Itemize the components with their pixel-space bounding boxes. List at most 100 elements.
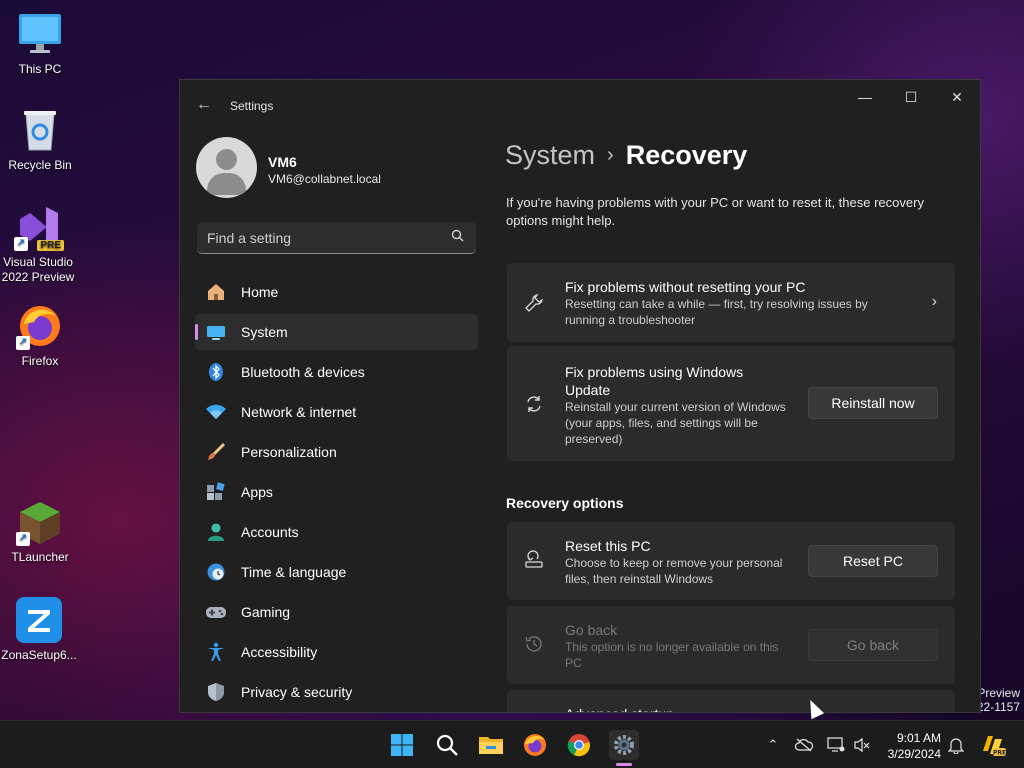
sidebar-item-apps[interactable]: Apps (195, 474, 478, 510)
network-icon[interactable] (827, 736, 845, 754)
advanced-startup-card: ⟲ Advanced startup (507, 690, 955, 712)
start-icon[interactable] (388, 731, 416, 759)
watermark-line: Preview (977, 686, 1020, 700)
notification-bell-icon[interactable] (947, 736, 965, 754)
avatar-body (207, 173, 246, 195)
search-placeholder: Find a setting (207, 230, 292, 246)
file-explorer-icon[interactable] (477, 731, 505, 759)
history-icon (524, 634, 544, 654)
apps-icon (205, 481, 227, 503)
shortcut-arrow-icon: ↗ (14, 237, 28, 251)
sidebar-item-label: Accounts (241, 524, 299, 540)
desktop-icon-label: Visual Studio 2022 Preview (1, 255, 75, 284)
firefox-icon[interactable] (521, 731, 549, 759)
desktop-icon-visual-studio[interactable]: PRE ↗ Visual Studio 2022 Preview (0, 203, 78, 285)
onedrive-offline-icon[interactable] (795, 736, 813, 754)
search-input[interactable]: Find a setting (197, 222, 476, 254)
sync-icon (524, 394, 544, 414)
svg-text:PRE: PRE (993, 750, 1006, 757)
sidebar-item-personalization[interactable]: Personalization (195, 434, 478, 470)
clock-time: 9:01 AM (896, 731, 941, 745)
card-title: Fix problems without resetting your PC (565, 279, 806, 295)
reinstall-now-button[interactable]: Reinstall now (808, 387, 938, 419)
taskbar: ⌃ 9:01 AM 3/29/2024 PRE (0, 720, 1024, 768)
back-arrow-icon[interactable]: ← (196, 96, 216, 114)
desktop-icon-recycle-bin[interactable]: Recycle Bin (0, 106, 80, 173)
active-app-indicator (616, 763, 632, 766)
shortcut-arrow-icon: ↗ (16, 532, 30, 546)
go-back-button[interactable]: Go back (808, 629, 938, 661)
card-description: This option is no longer available on th… (565, 640, 779, 670)
desktop-icon-label: TLauncher (11, 550, 69, 564)
sidebar-item-accessibility[interactable]: Accessibility (195, 634, 478, 670)
settings-window: ← Settings — ☐ ✕ VM6 VM6@collabnet.local… (179, 79, 981, 713)
clock-date: 3/29/2024 (887, 747, 941, 761)
avatar[interactable] (196, 137, 257, 198)
breadcrumb-parent-system[interactable]: System (505, 140, 595, 170)
sidebar-item-label: Privacy & security (241, 684, 353, 700)
sidebar-item-accounts[interactable]: Accounts (195, 514, 478, 550)
settings-icon[interactable] (609, 730, 639, 760)
search-icon[interactable] (433, 731, 461, 759)
system-clock[interactable]: 9:01 AM 3/29/2024 (888, 730, 941, 762)
volume-muted-icon[interactable] (853, 736, 871, 754)
shield-icon (205, 681, 227, 703)
sidebar-item-label: Accessibility (241, 644, 318, 660)
system-icon (205, 321, 227, 343)
go-back-card: Go back This option is no longer availab… (507, 606, 955, 684)
sidebar-item-system[interactable]: System (195, 314, 478, 350)
chrome-icon[interactable] (565, 731, 593, 759)
sidebar-item-gaming[interactable]: Gaming (195, 594, 478, 630)
page-title: Recovery (625, 140, 748, 170)
shortcut-arrow-icon: ↗ (16, 336, 30, 350)
sidebar-item-label: Gaming (241, 604, 291, 620)
window-title: Settings (230, 99, 274, 113)
desktop-icon-tlauncher[interactable]: ↗ TLauncher (0, 498, 80, 565)
clock-globe-icon (205, 561, 227, 583)
desktop-icon-label: ZonaSetup6... (1, 648, 77, 662)
sidebar-item-home[interactable]: Home (195, 274, 478, 310)
card-description: Choose to keep or remove your personal f… (565, 556, 783, 586)
sidebar-nav: Home System Bluetooth & devices Network … (195, 274, 478, 712)
sidebar-item-label: System (241, 324, 288, 340)
watermark-line: 22-1157 (976, 700, 1020, 714)
minimize-button[interactable]: — (842, 80, 888, 114)
desktop-icon-label: Firefox (21, 354, 59, 368)
home-icon (205, 281, 227, 303)
fix-with-windows-update-card: Fix problems using Windows Update Reinst… (507, 346, 955, 461)
zona-icon (15, 596, 63, 644)
sidebar-item-label: Network & internet (241, 404, 357, 420)
sidebar-item-bluetooth[interactable]: Bluetooth & devices (195, 354, 478, 390)
reset-pc-button[interactable]: Reset PC (808, 545, 938, 577)
sidebar-item-time-language[interactable]: Time & language (195, 554, 478, 590)
desktop-icon-zona[interactable]: ZonaSetup6... (0, 596, 79, 663)
profile-name: VM6 (268, 154, 297, 170)
sidebar-item-privacy-security[interactable]: Privacy & security (195, 674, 478, 710)
accounts-icon (205, 521, 227, 543)
accessibility-icon (205, 641, 227, 663)
sidebar-item-label: Home (241, 284, 279, 300)
sidebar-item-network[interactable]: Network & internet (195, 394, 478, 430)
avatar-head (216, 149, 237, 170)
fix-without-reset-card[interactable]: Fix problems without resetting your PC R… (507, 263, 955, 342)
card-description: Reinstall your current version of Window… (565, 400, 786, 446)
desktop-icon-this-pc[interactable]: This PC (0, 10, 80, 77)
chevron-up-icon[interactable]: ⌃ (764, 736, 782, 754)
recovery-options-heading: Recovery options (506, 495, 624, 511)
gamepad-icon (205, 601, 227, 623)
page-description: If you're having problems with your PC o… (506, 195, 924, 228)
card-title: Fix problems using Windows Update (565, 364, 744, 398)
card-title: Reset this PC (565, 538, 651, 554)
close-button[interactable]: ✕ (934, 80, 980, 114)
title-bar[interactable]: ← Settings — ☐ ✕ (180, 80, 980, 128)
card-title: Advanced startup (565, 705, 674, 712)
reset-pc-icon (524, 550, 544, 570)
maximize-button[interactable]: ☐ (888, 80, 934, 114)
search-icon[interactable] (451, 229, 464, 245)
brush-icon (205, 441, 227, 463)
desktop-icon-label: This PC (18, 62, 62, 76)
visual-studio-icon: PRE ↗ (14, 203, 64, 251)
minecraft-block-icon: ↗ (16, 498, 64, 546)
copilot-preview-icon[interactable]: PRE (980, 732, 1006, 758)
desktop-icon-firefox[interactable]: ↗ Firefox (0, 302, 80, 369)
